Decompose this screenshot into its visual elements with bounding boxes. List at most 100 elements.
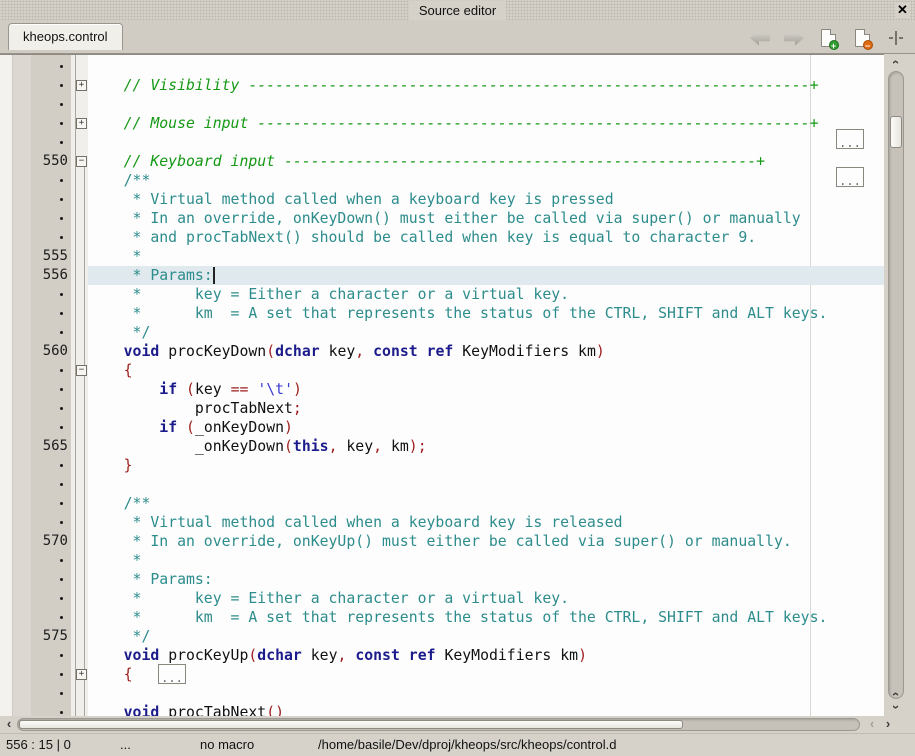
line-dot — [60, 578, 63, 581]
code-text: // Mouse input -------------------------… — [88, 114, 819, 133]
split-view-button[interactable] — [885, 27, 907, 49]
vertical-scrollbar-thumb[interactable] — [890, 116, 902, 148]
code-line[interactable]: 556 * Params: — [0, 266, 884, 285]
code-line[interactable]: 560 void procKeyDown(dchar key, const re… — [0, 342, 884, 361]
code-line[interactable]: 565 _onKeyDown(this, key, km); — [0, 437, 884, 456]
window-title: Source editor — [409, 1, 506, 20]
forward-button[interactable] — [783, 27, 805, 49]
code-line[interactable] — [0, 133, 884, 152]
code-text: * In an override, onKeyUp() must either … — [88, 532, 792, 551]
horizontal-scrollbar-track[interactable] — [17, 718, 860, 731]
status-ellipsis: ... — [120, 737, 131, 752]
code-text: if (_onKeyDown) — [88, 418, 293, 437]
fold-toggle-icon[interactable]: + — [76, 118, 87, 129]
code-text: * km = A set that represents the status … — [88, 304, 827, 323]
line-dot — [60, 236, 63, 239]
back-button[interactable] — [749, 27, 771, 49]
scroll-left-icon[interactable]: ‹ — [1, 717, 17, 731]
macro-status: no macro — [200, 737, 254, 752]
code-text: /** — [88, 171, 150, 190]
line-number: 560 — [28, 342, 68, 361]
line-number: 555 — [28, 247, 68, 266]
close-document-button[interactable]: − — [851, 27, 873, 49]
code-line[interactable]: + // Visibility ------------------------… — [0, 76, 884, 95]
vertical-scrollbar[interactable]: ‹ ‹ › — [885, 54, 908, 716]
code-line[interactable]: if (_onKeyDown) — [0, 418, 884, 437]
fold-toggle-icon[interactable]: + — [76, 669, 87, 680]
code-line[interactable]: * key = Either a character or a virtual … — [0, 285, 884, 304]
code-line[interactable]: } — [0, 456, 884, 475]
fold-ellipsis-box[interactable]: ... — [836, 129, 864, 149]
new-document-button[interactable]: + — [817, 27, 839, 49]
line-dot — [60, 616, 63, 619]
code-line[interactable] — [0, 95, 884, 114]
line-number: 565 — [28, 437, 68, 456]
close-window-icon[interactable]: ✕ — [895, 2, 910, 18]
close-document-icon: − — [855, 29, 870, 47]
code-line[interactable]: */ — [0, 323, 884, 342]
code-line[interactable]: * key = Either a character or a virtual … — [0, 589, 884, 608]
code-line[interactable]: * — [0, 551, 884, 570]
line-dot — [60, 559, 63, 562]
code-line[interactable]: + // Mouse input -----------------------… — [0, 114, 884, 133]
code-line[interactable]: /** — [0, 494, 884, 513]
scroll-down-icon[interactable]: › — [888, 700, 904, 714]
code-line[interactable]: * Virtual method called when a keyboard … — [0, 513, 884, 532]
vertical-scrollbar-track[interactable] — [888, 71, 904, 699]
line-dot — [60, 464, 63, 467]
fold-toggle-icon[interactable]: + — [76, 80, 87, 91]
tab-kheops-control[interactable]: kheops.control — [8, 23, 123, 50]
code-editor[interactable]: + // Visibility ------------------------… — [0, 54, 884, 716]
code-line[interactable]: void procKeyUp(dchar key, const ref KeyM… — [0, 646, 884, 665]
code-line[interactable]: * and procTabNext() should be called whe… — [0, 228, 884, 247]
line-number: 570 — [28, 532, 68, 551]
code-text: { — [88, 665, 133, 684]
horizontal-scrollbar[interactable]: ‹ ‹ › — [0, 716, 915, 733]
fold-ellipsis-box[interactable]: ... — [158, 664, 186, 684]
forward-arrow-icon — [784, 31, 804, 46]
code-line[interactable] — [0, 475, 884, 494]
code-line[interactable]: 550− // Keyboard input -----------------… — [0, 152, 884, 171]
code-line[interactable]: * km = A set that represents the status … — [0, 608, 884, 627]
code-line[interactable] — [0, 684, 884, 703]
window-titlebar[interactable]: Source editor ✕ — [0, 0, 915, 21]
plus-badge-icon: + — [829, 40, 839, 50]
code-line[interactable]: /** — [0, 171, 884, 190]
code-line[interactable]: − { — [0, 361, 884, 380]
line-dot — [60, 692, 63, 695]
status-bar: 556 : 15 | 0 ... no macro /home/basile/D… — [0, 733, 915, 756]
scroll-left-icon-right[interactable]: ‹ — [864, 717, 880, 731]
code-line[interactable]: 570 * In an override, onKeyUp() must eit… — [0, 532, 884, 551]
code-text: * Params: — [88, 570, 213, 589]
code-line[interactable]: 555 * — [0, 247, 884, 266]
scroll-up-icon-bottom[interactable]: ‹ — [888, 687, 904, 701]
code-line[interactable]: * km = A set that represents the status … — [0, 304, 884, 323]
code-line[interactable]: * Params: — [0, 570, 884, 589]
code-line[interactable]: 575 */ — [0, 627, 884, 646]
line-dot — [60, 521, 63, 524]
fold-toggle-icon[interactable]: − — [76, 365, 87, 376]
fold-toggle-icon[interactable]: − — [76, 156, 87, 167]
code-line[interactable]: procTabNext; — [0, 399, 884, 418]
caret-position-status: 556 : 15 | 0 — [6, 737, 71, 752]
code-line[interactable]: * In an override, onKeyDown() must eithe… — [0, 209, 884, 228]
code-line[interactable]: * Virtual method called when a keyboard … — [0, 190, 884, 209]
code-line[interactable]: void procTabNext() — [0, 703, 884, 716]
line-dot — [60, 198, 63, 201]
line-dot — [60, 597, 63, 600]
horizontal-scrollbar-thumb[interactable] — [19, 720, 683, 729]
code-text: */ — [88, 323, 150, 342]
fold-ellipsis-box[interactable]: ... — [836, 167, 864, 187]
tab-label: kheops.control — [23, 29, 108, 44]
scroll-up-icon[interactable]: ‹ — [888, 55, 904, 69]
code-text: void procKeyUp(dchar key, const ref KeyM… — [88, 646, 587, 665]
line-dot — [60, 654, 63, 657]
scroll-right-icon[interactable]: › — [880, 717, 896, 731]
code-line[interactable] — [0, 57, 884, 76]
source-editor-window: Source editor ✕ kheops.control + − — [0, 0, 915, 756]
code-text: * — [88, 551, 141, 570]
line-dot — [60, 711, 63, 714]
file-path: /home/basile/Dev/dproj/kheops/src/kheops… — [318, 737, 616, 752]
code-line[interactable]: if (key == '\t') — [0, 380, 884, 399]
code-line[interactable]: + {... — [0, 665, 884, 684]
